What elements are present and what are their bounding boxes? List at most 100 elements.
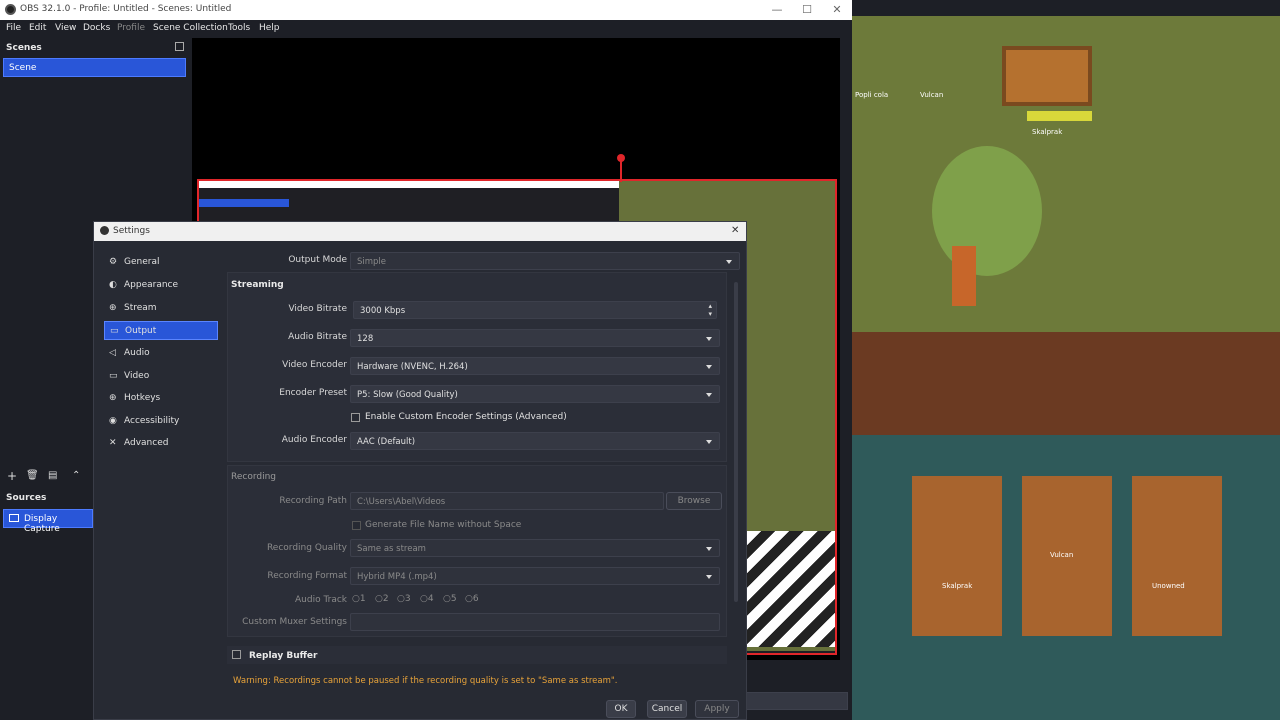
track-4-checkbox[interactable]: ○4	[420, 594, 434, 604]
hotkey-icon: ⊕	[109, 393, 117, 403]
bed-1	[912, 476, 1002, 636]
scenes-header: Scenes	[6, 43, 42, 53]
obs-logo-icon	[100, 226, 109, 235]
palette-icon: ◐	[109, 280, 117, 290]
track-1-checkbox[interactable]: ○1	[352, 594, 366, 604]
menu-tools[interactable]: Tools	[228, 23, 250, 33]
encoder-preset-label: Encoder Preset	[279, 388, 347, 398]
menu-help[interactable]: Help	[259, 23, 280, 33]
filter-icon[interactable]: ▤	[48, 470, 57, 481]
track-3-checkbox[interactable]: ○3	[397, 594, 411, 604]
track-2-checkbox[interactable]: ○2	[375, 594, 389, 604]
browse-button[interactable]: Browse	[666, 492, 722, 510]
move-up-icon[interactable]: ⌃	[72, 470, 80, 481]
output-icon: ▭	[110, 326, 119, 336]
nav-audio-label: Audio	[124, 348, 150, 358]
scrollbar[interactable]	[734, 282, 738, 602]
close-button[interactable]: ✕	[822, 0, 852, 20]
menu-profile[interactable]: Profile	[117, 23, 145, 33]
video-encoder-label: Video Encoder	[282, 360, 347, 370]
game-roof	[852, 332, 1280, 435]
nested-titlebar	[199, 181, 619, 188]
nav-appearance-label: Appearance	[124, 280, 179, 290]
pawn-label-3: Skalprak	[1032, 128, 1063, 136]
source-item[interactable]: Display Capture	[3, 509, 93, 534]
nav-stream-label: Stream	[124, 303, 157, 313]
nav-output[interactable]: ▭ Output	[104, 321, 218, 340]
nav-video-label: Video	[124, 371, 150, 381]
nested-scene-item	[199, 199, 289, 207]
recording-path-label: Recording Path	[279, 496, 347, 506]
minimize-button[interactable]: —	[762, 0, 792, 20]
recording-path-field[interactable]: C:\Users\Abel\Videos	[350, 492, 664, 510]
tree-trunk	[952, 246, 976, 306]
gen-filename-checkbox[interactable]	[352, 521, 361, 530]
monitor-icon	[9, 514, 19, 522]
ok-button[interactable]: OK	[606, 700, 636, 718]
nav-appearance[interactable]: ◐ Appearance	[104, 276, 218, 295]
game-window: Popli cola Vulcan Skalprak Vulcan Skalpr…	[852, 16, 1280, 720]
replay-buffer-checkbox[interactable]	[232, 650, 241, 659]
nav-video[interactable]: ▭ Video	[104, 367, 218, 386]
maximize-button[interactable]: ☐	[792, 0, 822, 20]
video-bitrate-spinbox[interactable]: 3000 Kbps ▴ ▾	[353, 301, 717, 319]
audio-encoder-select[interactable]: AAC (Default)	[350, 432, 720, 450]
pawn-label-4: Vulcan	[1050, 551, 1074, 559]
window-title: OBS 32.1.0 - Profile: Untitled - Scenes:…	[20, 4, 232, 14]
nav-accessibility[interactable]: ◉ Accessibility	[104, 412, 218, 431]
game-portrait	[1002, 46, 1092, 106]
track-5-checkbox[interactable]: ○5	[443, 594, 457, 604]
settings-title: Settings	[113, 226, 150, 236]
bed-label-1: Skalprak	[942, 582, 973, 590]
menu-docks[interactable]: Docks	[83, 23, 110, 33]
recording-format-select[interactable]: Hybrid MP4 (.mp4)	[350, 567, 720, 585]
custom-encoder-checkbox[interactable]	[351, 413, 360, 422]
nav-hotkeys[interactable]: ⊕ Hotkeys	[104, 389, 218, 408]
settings-close-button[interactable]: ✕	[731, 225, 739, 236]
nav-output-label: Output	[125, 326, 157, 336]
output-mode-label: Output Mode	[288, 255, 347, 265]
encoder-preset-select[interactable]: P5: Slow (Good Quality)	[350, 385, 720, 403]
nav-general-label: General	[124, 257, 160, 267]
globe-icon: ⊕	[109, 303, 117, 313]
menu-scene-collection[interactable]: Scene Collection	[153, 23, 228, 33]
scene-item[interactable]: Scene	[3, 58, 186, 77]
audio-bitrate-select[interactable]: 128	[350, 329, 720, 347]
audio-encoder-label: Audio Encoder	[281, 435, 347, 445]
muxer-label: Custom Muxer Settings	[242, 617, 347, 627]
recording-quality-select[interactable]: Same as stream	[350, 539, 720, 557]
replay-buffer-label: Replay Buffer	[249, 651, 318, 661]
nav-stream[interactable]: ⊕ Stream	[104, 299, 218, 318]
cancel-button[interactable]: Cancel	[647, 700, 687, 718]
video-encoder-select[interactable]: Hardware (NVENC, H.264)	[350, 357, 720, 375]
custom-encoder-label: Enable Custom Encoder Settings (Advanced…	[365, 412, 567, 422]
spin-icon[interactable]: ▴ ▾	[708, 302, 712, 318]
add-scene-icon[interactable]: +	[7, 469, 17, 483]
sources-dock: Sources Display Capture	[0, 490, 95, 720]
source-item-label: Display Capture	[24, 514, 60, 534]
menu-view[interactable]: View	[55, 23, 76, 33]
striped-area	[747, 531, 835, 647]
title-bar: OBS 32.1.0 - Profile: Untitled - Scenes:…	[0, 0, 852, 20]
nav-advanced-label: Advanced	[124, 438, 169, 448]
video-bitrate-value: 3000 Kbps	[360, 306, 406, 316]
speaker-icon: ◁	[109, 348, 116, 358]
undock-icon[interactable]	[175, 42, 184, 51]
output-mode-select[interactable]: Simple	[350, 252, 740, 270]
menu-file[interactable]: File	[6, 23, 21, 33]
warning-text: Warning: Recordings cannot be paused if …	[233, 676, 618, 686]
track-2-label: 2	[382, 594, 389, 604]
monitor-icon: ▭	[109, 371, 118, 381]
audio-track-label: Audio Track	[295, 595, 347, 605]
recording-format-label: Recording Format	[267, 571, 347, 581]
nav-general[interactable]: ⚙ General	[104, 253, 218, 272]
nav-audio[interactable]: ◁ Audio	[104, 344, 218, 363]
nav-advanced[interactable]: ✕ Advanced	[104, 434, 218, 453]
muxer-field[interactable]	[350, 613, 720, 631]
obs-logo-icon	[5, 4, 16, 15]
settings-titlebar: Settings ✕	[94, 222, 746, 241]
track-6-checkbox[interactable]: ○6	[465, 594, 479, 604]
menu-edit[interactable]: Edit	[29, 23, 46, 33]
remove-scene-icon[interactable]: 🗑	[26, 470, 39, 481]
apply-button[interactable]: Apply	[695, 700, 739, 718]
